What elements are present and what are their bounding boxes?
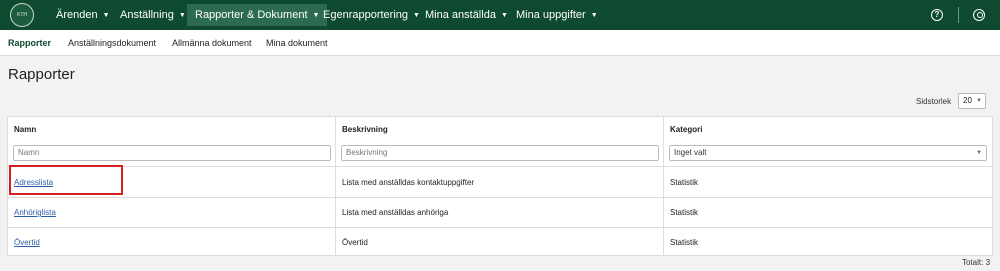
menu-label: Ärenden — [56, 9, 98, 21]
table-cell-description: Lista med anställdas kontaktuppgifter — [342, 178, 475, 187]
page-size-select[interactable]: 20 ▼ — [958, 93, 986, 109]
category-filter-select[interactable]: Inget valt ▼ — [669, 145, 987, 161]
page-size-value: 20 — [963, 96, 972, 105]
column-header-kategori[interactable]: Kategori — [670, 125, 702, 134]
menu-label: Mina anställda — [425, 9, 496, 21]
menu-rapporter-dokument[interactable]: Rapporter & Dokument ▼ — [187, 4, 328, 26]
row-divider — [8, 227, 992, 228]
page-size-label: Sidstorlek — [916, 97, 952, 106]
table-cell-description: Övertid — [342, 238, 368, 247]
table-cell-category: Statistik — [670, 208, 699, 217]
chevron-down-icon: ▼ — [590, 12, 598, 19]
total-count: Totalt: 3 — [962, 258, 991, 267]
filter-placeholder: Namn — [18, 148, 40, 157]
kth-logo[interactable]: KTH — [10, 3, 34, 27]
menu-arenden[interactable]: Ärenden ▼ — [48, 4, 118, 26]
table-cell-category: Statistik — [670, 238, 699, 247]
nav-divider — [958, 7, 959, 23]
user-icon[interactable] — [973, 9, 985, 21]
column-header-namn[interactable]: Namn — [14, 125, 36, 134]
row-divider — [8, 197, 992, 198]
report-link-overtid[interactable]: Övertid — [14, 238, 40, 247]
column-divider — [335, 117, 336, 257]
menu-mina-anstallda[interactable]: Mina anställda ▼ — [417, 4, 516, 26]
subnav-mina-dokument[interactable]: Mina dokument — [266, 38, 328, 48]
highlight-box — [9, 165, 123, 195]
page-title: Rapporter — [8, 66, 75, 83]
menu-label: Rapporter & Dokument — [195, 9, 308, 21]
chevron-down-icon: ▼ — [178, 12, 186, 19]
filter-value: Inget valt — [674, 148, 707, 157]
filter-placeholder: Beskrivning — [346, 148, 388, 157]
table-cell-description: Lista med anställdas anhöriga — [342, 208, 449, 217]
table-cell-category: Statistik — [670, 178, 699, 187]
subnav-allmanna-dokument[interactable]: Allmänna dokument — [172, 38, 252, 48]
menu-label: Egenrapportering — [323, 9, 409, 21]
chevron-down-icon: ▼ — [976, 150, 982, 156]
menu-label: Mina uppgifter — [516, 9, 586, 21]
menu-anstallning[interactable]: Anställning ▼ — [112, 4, 194, 26]
help-icon[interactable]: ? — [931, 9, 943, 21]
subnav-rapporter[interactable]: Rapporter — [8, 38, 51, 48]
row-divider — [8, 166, 992, 167]
reports-table: Namn Beskrivning Kategori Namn Beskrivni… — [7, 116, 993, 257]
description-filter-input[interactable]: Beskrivning — [341, 145, 659, 161]
menu-egenrapportering[interactable]: Egenrapportering ▼ — [315, 4, 428, 26]
chevron-down-icon: ▼ — [500, 12, 508, 19]
chevron-down-icon: ▼ — [102, 12, 110, 19]
name-filter-input[interactable]: Namn — [13, 145, 331, 161]
column-header-beskrivning[interactable]: Beskrivning — [342, 125, 388, 134]
top-navigation: KTH Ärenden ▼ Anställning ▼ Rapporter & Do… — [0, 0, 1000, 30]
menu-label: Anställning — [120, 9, 174, 21]
report-link-anhoriglista[interactable]: Anhöriglista — [14, 208, 56, 217]
menu-mina-uppgifter[interactable]: Mina uppgifter ▼ — [508, 4, 606, 26]
column-divider — [663, 117, 664, 257]
subnav-anstallningsdokument[interactable]: Anställningsdokument — [68, 38, 156, 48]
sub-navigation: Rapporter Anställningsdokument Allmänna … — [0, 30, 1000, 56]
chevron-down-icon: ▼ — [976, 98, 982, 104]
